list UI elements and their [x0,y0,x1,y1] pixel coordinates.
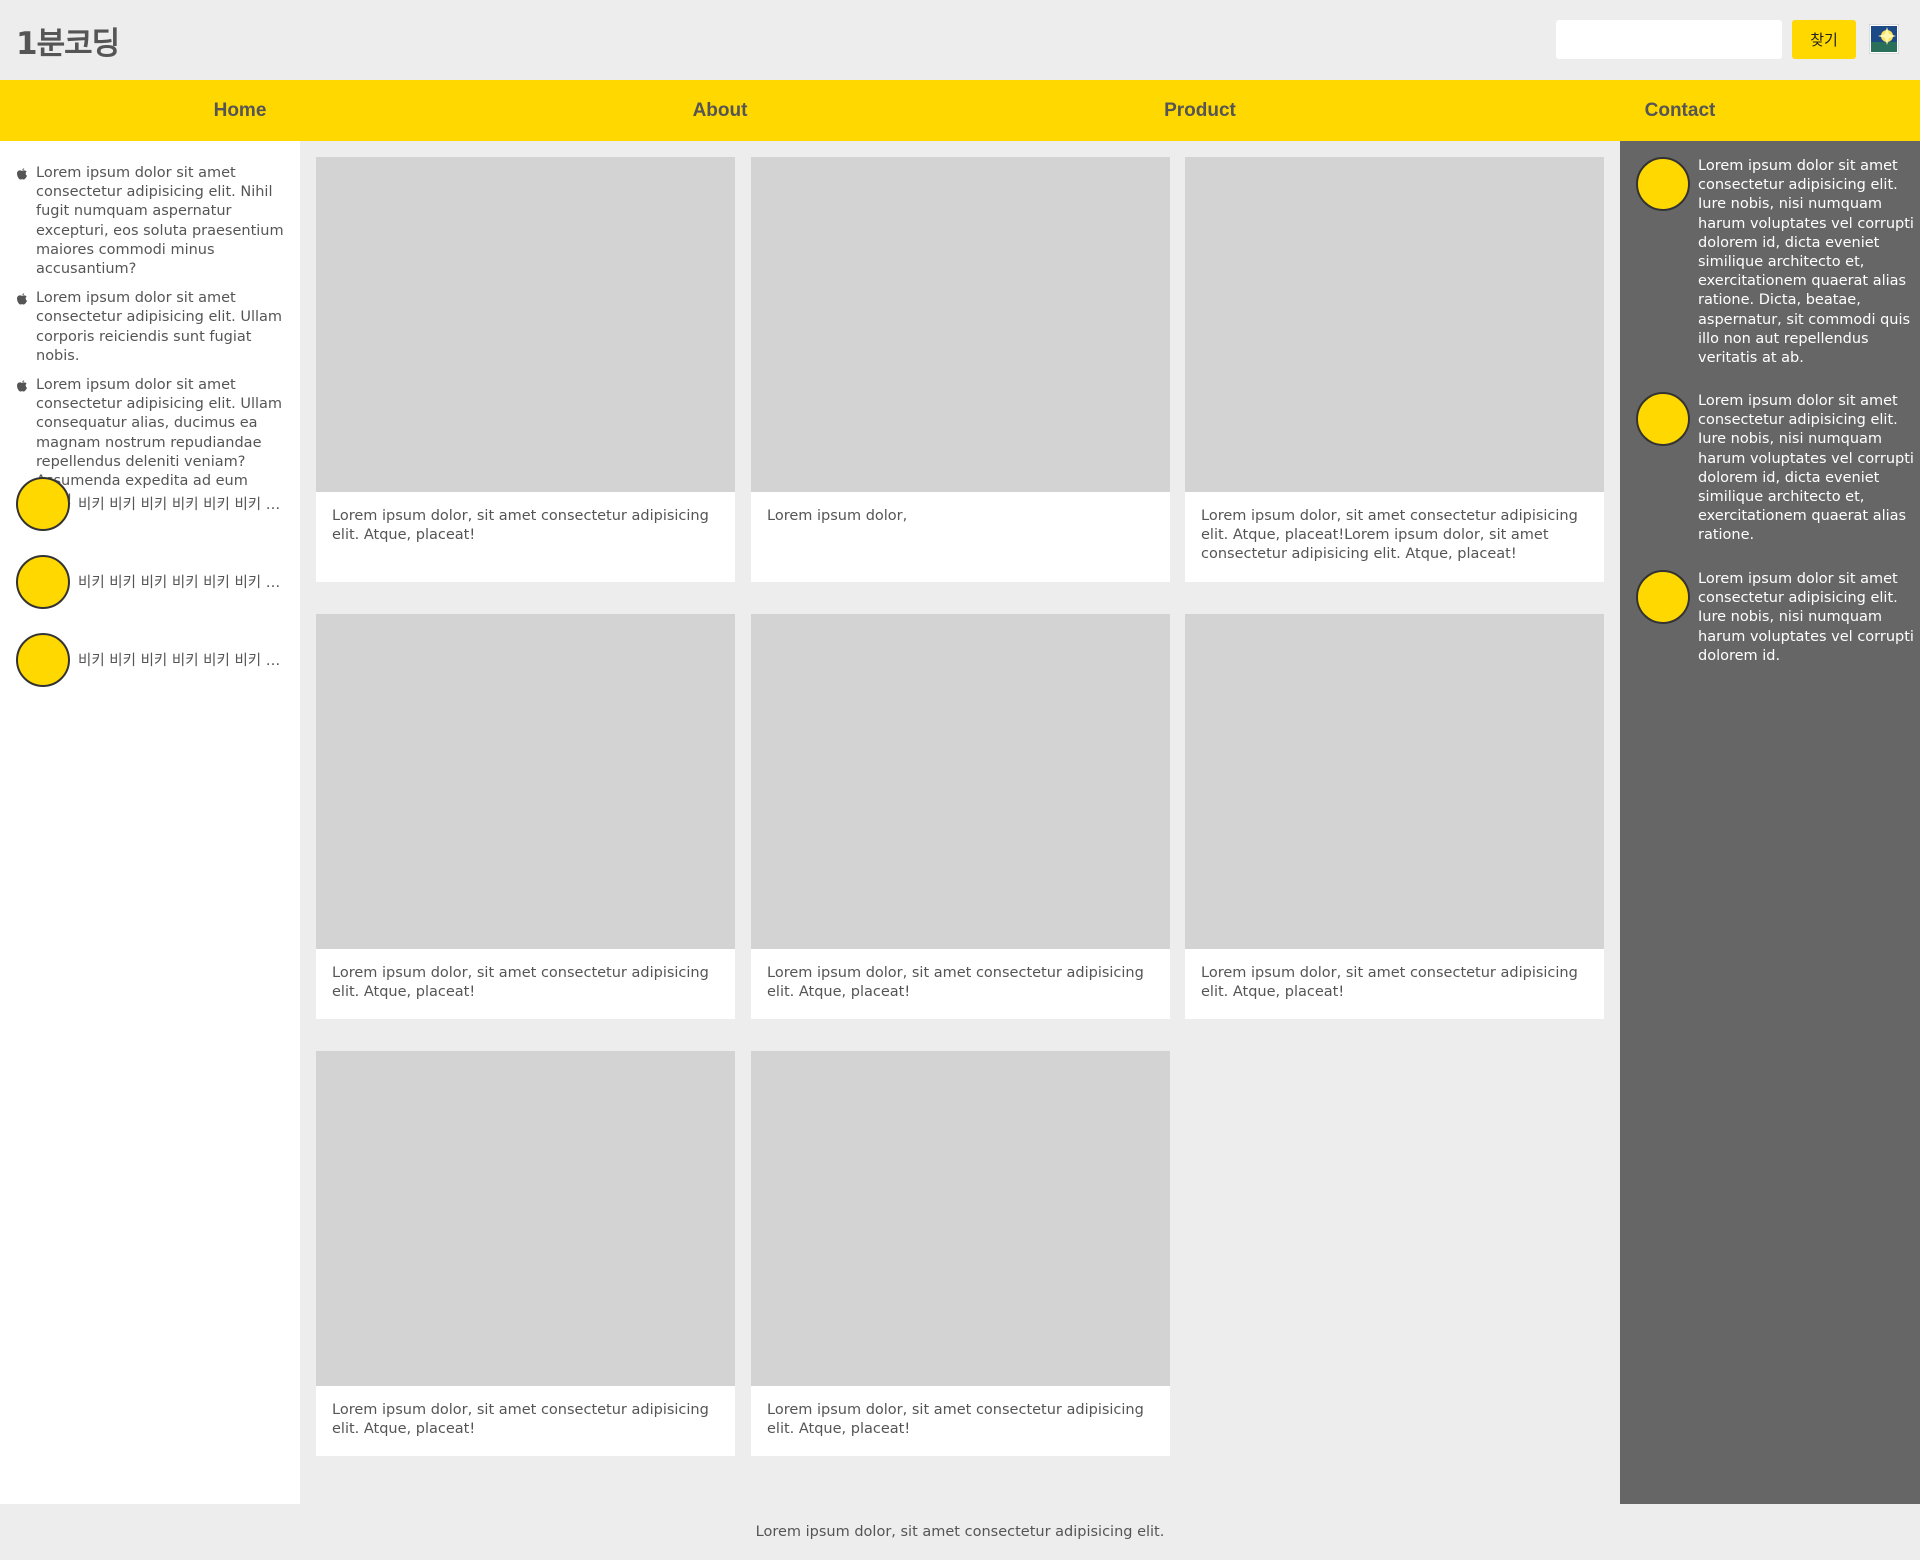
avatar [16,633,70,687]
card[interactable]: Lorem ipsum dolor, sit amet consectetur … [316,1051,735,1456]
list-item-text: Lorem ipsum dolor sit amet consectetur a… [36,290,283,364]
card-thumbnail [1185,157,1604,492]
card-text: Lorem ipsum dolor, sit amet consectetur … [1201,508,1578,563]
apple-icon [17,293,27,305]
nav-item-home[interactable]: Home [0,80,480,141]
search-input[interactable] [1556,20,1782,59]
card-text: Lorem ipsum dolor, sit amet consectetur … [332,965,709,1001]
card[interactable]: Lorem ipsum dolor, sit amet consectetur … [316,614,735,1019]
card-text: Lorem ipsum dolor, sit amet consectetur … [767,965,1144,1001]
card-text: Lorem ipsum dolor, sit amet consectetur … [332,1402,709,1438]
list-item-text: Lorem ipsum dolor sit amet consectetur a… [36,165,284,278]
card-text: Lorem ipsum dolor, sit amet consectetur … [332,508,709,544]
footer: Lorem ipsum dolor, sit amet consectetur … [0,1504,1920,1560]
avatar [16,555,70,609]
card-thumbnail [751,1051,1170,1386]
main-nav: Home About Product Contact [0,80,1920,141]
card[interactable]: Lorem ipsum dolor, sit amet consectetur … [751,1051,1170,1456]
card-thumbnail [316,1051,735,1386]
right-item-text: Lorem ipsum dolor sit amet consectetur a… [1698,393,1914,544]
avatar [1636,570,1690,624]
friend-name: 비키 비키 비키 비키 비키 비키 비키 비키 [78,497,290,513]
nav-item-contact[interactable]: Contact [1440,80,1920,141]
nav-item-about[interactable]: About [480,80,960,141]
apple-icon [17,380,27,392]
landscape-image-icon[interactable] [1868,23,1900,55]
avatar [1636,392,1690,446]
site-logo[interactable]: 1분코딩 [16,18,120,63]
friend-name: 비키 비키 비키 비키 비키 비키 비키 비키 [78,575,290,591]
right-item: Lorem ipsum dolor sit amet consectetur a… [1636,157,1914,368]
card-thumbnail [316,157,735,492]
friend-item[interactable]: 비키 비키 비키 비키 비키 비키 비키 비키 [16,555,296,609]
friend-name: 비키 비키 비키 비키 비키 비키 비키 비키 [78,653,290,669]
card[interactable]: Lorem ipsum dolor, [751,157,1170,582]
card-thumbnail [751,157,1170,492]
search-button[interactable]: 찾기 [1792,20,1856,59]
right-sidebar: Lorem ipsum dolor sit amet consectetur a… [1620,141,1920,1504]
footer-text: Lorem ipsum dolor, sit amet consectetur … [755,1524,1165,1540]
card[interactable]: Lorem ipsum dolor, sit amet consectetur … [1185,614,1604,1019]
left-list: Lorem ipsum dolor sit amet consectetur a… [0,164,300,520]
left-sidebar: Lorem ipsum dolor sit amet consectetur a… [0,141,300,1504]
card-text: Lorem ipsum dolor, sit amet consectetur … [767,1402,1144,1438]
list-item: Lorem ipsum dolor sit amet consectetur a… [0,289,300,366]
apple-icon [17,168,27,180]
right-item-text: Lorem ipsum dolor sit amet consectetur a… [1698,158,1914,367]
nav-item-product[interactable]: Product [960,80,1440,141]
friend-item[interactable]: 비키 비키 비키 비키 비키 비키 비키 비키 [16,477,296,531]
card[interactable]: Lorem ipsum dolor, sit amet consectetur … [751,614,1170,1019]
card[interactable]: Lorem ipsum dolor, sit amet consectetur … [1185,157,1604,582]
card-thumbnail [1185,614,1604,949]
right-item-text: Lorem ipsum dolor sit amet consectetur a… [1698,571,1914,664]
card-thumbnail [316,614,735,949]
avatar [16,477,70,531]
list-item: Lorem ipsum dolor sit amet consectetur a… [0,164,300,279]
friend-item[interactable]: 비키 비키 비키 비키 비키 비키 비키 비키 [16,633,296,687]
header: 1분코딩 찾기 [0,0,1920,80]
avatar [1636,157,1690,211]
card-thumbnail [751,614,1170,949]
right-item: Lorem ipsum dolor sit amet consectetur a… [1636,392,1914,546]
right-item: Lorem ipsum dolor sit amet consectetur a… [1636,570,1914,666]
card-text: Lorem ipsum dolor, sit amet consectetur … [1201,965,1578,1001]
card[interactable]: Lorem ipsum dolor, sit amet consectetur … [316,157,735,582]
card-text: Lorem ipsum dolor, [767,508,908,524]
